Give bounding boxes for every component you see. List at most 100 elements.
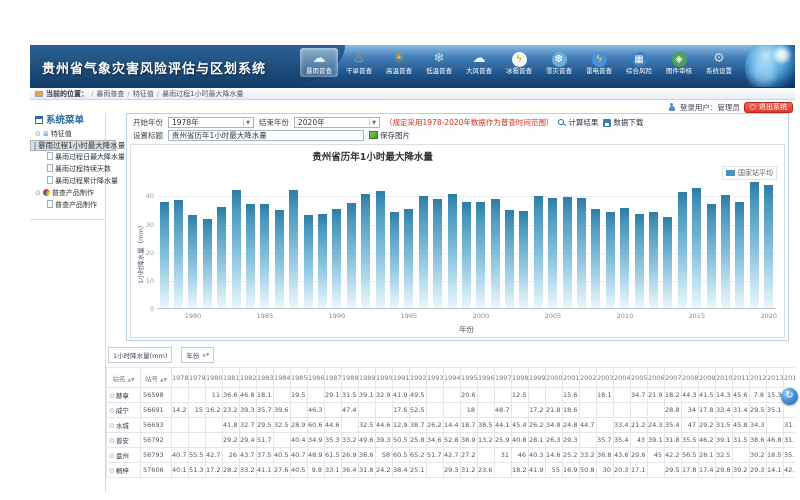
col-header-year[interactable]: 1988 xyxy=(342,368,359,388)
station-name-cell[interactable]: ⊙盘州 xyxy=(107,448,141,463)
col-header-year[interactable]: 2007 xyxy=(665,368,682,388)
end-year-select[interactable]: 2020年▼ xyxy=(294,117,380,128)
nav-item-drought[interactable]: ♨干旱普查 xyxy=(340,48,378,77)
nav-item-heat[interactable]: ☀高温普查 xyxy=(380,48,418,77)
nav-item-lightning[interactable]: ϟ雷电普查 xyxy=(580,48,618,77)
nav-item-settings[interactable]: ⚙系统设置 xyxy=(700,48,738,77)
col-header-year[interactable]: 1986 xyxy=(308,368,325,388)
station-name-cell[interactable]: ⊙桐梓 xyxy=(107,463,141,478)
col-header-year[interactable]: 2001 xyxy=(563,368,580,388)
col-header-year[interactable]: 2010 xyxy=(716,368,733,388)
tree-item[interactable]: 暴雨过程1小时最大降水量 xyxy=(30,140,116,151)
station-name-cell[interactable]: ⊙水城 xyxy=(107,418,141,433)
breadcrumb-item[interactable]: 特征值 xyxy=(133,90,154,98)
radio-icon[interactable]: ⊙ xyxy=(109,437,115,445)
refresh-float-button[interactable]: ↻ xyxy=(781,388,798,405)
main-area: 开始年份 1978年▼ 结束年份 2020年▼ （规定采用1978-2020年数… xyxy=(107,113,795,492)
nav-item-wind[interactable]: ☁大风普查 xyxy=(460,48,498,77)
col-header-year[interactable]: 1980 xyxy=(206,368,223,388)
bar-slot xyxy=(488,199,502,308)
col-header-year[interactable]: 1996 xyxy=(478,368,495,388)
col-header-year[interactable]: 2011 xyxy=(733,368,750,388)
bar-slot xyxy=(704,204,718,308)
nav-item-rainstorm[interactable]: ☁暴雨普查 xyxy=(300,48,338,77)
station-id-cell: 56598 xyxy=(141,388,172,403)
col-header-year[interactable]: 1998 xyxy=(512,368,529,388)
col-header-year[interactable]: 1984 xyxy=(274,368,291,388)
station-name-cell[interactable]: ⊙普安 xyxy=(107,433,141,448)
breadcrumb-item[interactable]: 暴雨过程1小时最大降水量 xyxy=(162,90,243,98)
nav-item-cold[interactable]: ❄低温普查 xyxy=(420,48,458,77)
tree-group[interactable]: ⊙普查产品制作 xyxy=(30,187,105,199)
col-header-year[interactable]: 1993 xyxy=(427,368,444,388)
col-header-year[interactable]: 1985 xyxy=(291,368,308,388)
value-cell: 36.4 xyxy=(342,463,359,478)
col-header-id[interactable]: 站号 ▲▼ xyxy=(141,368,172,388)
tree-group[interactable]: ⊙≣特征值 xyxy=(30,128,105,140)
composite-risk-icon: ▦ xyxy=(620,50,658,67)
radio-icon[interactable]: ⊙ xyxy=(109,422,115,430)
value-cell: 31.8 xyxy=(359,463,376,478)
col-header-year[interactable]: 2004 xyxy=(614,368,631,388)
col-header-year[interactable]: 1982 xyxy=(240,368,257,388)
value-cell: 42.7 xyxy=(444,448,461,463)
col-header-year[interactable]: 1978 xyxy=(172,368,189,388)
tree-item[interactable]: 暴雨过程持续天数 xyxy=(30,163,105,175)
col-header-year[interactable]: 1994 xyxy=(444,368,461,388)
col-header-year[interactable]: 1999 xyxy=(529,368,546,388)
value-cell: 24.2 xyxy=(376,463,393,478)
col-header-year[interactable]: 2005 xyxy=(631,368,648,388)
nav-item-composite-risk[interactable]: ▦综合风险 xyxy=(620,48,658,77)
start-year-select[interactable]: 1978年▼ xyxy=(168,117,254,128)
col-header-year[interactable]: 1990 xyxy=(376,368,393,388)
value-cell: 35.7 xyxy=(597,433,614,448)
col-header-year[interactable]: 1983 xyxy=(257,368,274,388)
station-name-cell[interactable]: ⊙赫章 xyxy=(107,388,141,403)
radio-icon[interactable]: ⊙ xyxy=(109,407,115,415)
value-cell: 18.1 xyxy=(257,388,274,403)
download-button[interactable]: 数据下载 xyxy=(603,117,643,128)
breadcrumb-item[interactable]: 暴雨普查 xyxy=(96,90,124,98)
nav-item-hail[interactable]: ϟ冰雹普查 xyxy=(500,48,538,77)
bar xyxy=(390,212,399,309)
radio-icon[interactable]: ⊙ xyxy=(109,467,115,475)
calculate-button[interactable]: 计算结果 xyxy=(558,117,598,128)
radio-icon[interactable]: ⊙ xyxy=(109,452,115,460)
col-header-year[interactable]: 1991 xyxy=(393,368,410,388)
value-cell: 60.5 xyxy=(393,448,410,463)
col-header-year[interactable]: 2013 xyxy=(767,368,784,388)
col-header-year[interactable]: 1987 xyxy=(325,368,342,388)
heat-icon: ☀ xyxy=(380,50,418,67)
col-header-year[interactable]: 2000 xyxy=(546,368,563,388)
col-header-year[interactable]: 1989 xyxy=(359,368,376,388)
save-image-button[interactable]: 保存图片 xyxy=(369,130,410,141)
col-header-year[interactable]: 1992 xyxy=(410,368,427,388)
col-header-year[interactable]: 2012 xyxy=(750,368,767,388)
tree-item[interactable]: 暴雨过程日最大降水量 xyxy=(30,151,105,163)
col-header-year[interactable]: 1997 xyxy=(495,368,512,388)
station-name-cell[interactable]: ⊙威宁 xyxy=(107,403,141,418)
unit-filter-box[interactable]: 1小时降水量(mm) xyxy=(108,347,172,363)
value-cell: 51.7 xyxy=(427,448,444,463)
col-header-year[interactable]: 2008 xyxy=(682,368,699,388)
col-header-year[interactable]: 1995 xyxy=(461,368,478,388)
tree-item[interactable]: 普查产品制作 xyxy=(30,199,105,211)
nav-item-snow[interactable]: ❆雪灾普查 xyxy=(540,48,578,77)
year-sort-box[interactable]: 年份▲▼ xyxy=(181,347,214,363)
nav-item-map-audit[interactable]: ◈图件审核 xyxy=(660,48,698,77)
col-header-year[interactable]: 2002 xyxy=(580,368,597,388)
radio-icon[interactable]: ⊙ xyxy=(109,392,115,400)
col-header-year[interactable]: 2009 xyxy=(699,368,716,388)
col-header-year[interactable]: 2003 xyxy=(597,368,614,388)
chart-title-input[interactable] xyxy=(168,130,364,141)
value-cell: 33.1 xyxy=(325,463,342,478)
col-header-station[interactable]: 站名 ▲▼ xyxy=(107,368,141,388)
tree-item[interactable]: 暴雨过程累计降水量 xyxy=(30,175,105,187)
col-header-year[interactable]: 2006 xyxy=(648,368,665,388)
chart-legend[interactable]: 国家站平均 xyxy=(722,166,777,180)
col-header-year[interactable]: 1981 xyxy=(223,368,240,388)
col-header-year[interactable]: 1979 xyxy=(189,368,206,388)
value-cell: 40.4 xyxy=(291,433,308,448)
logout-button[interactable]: ○退出系统 xyxy=(744,102,793,113)
col-header-year[interactable]: 2014 xyxy=(784,368,796,388)
